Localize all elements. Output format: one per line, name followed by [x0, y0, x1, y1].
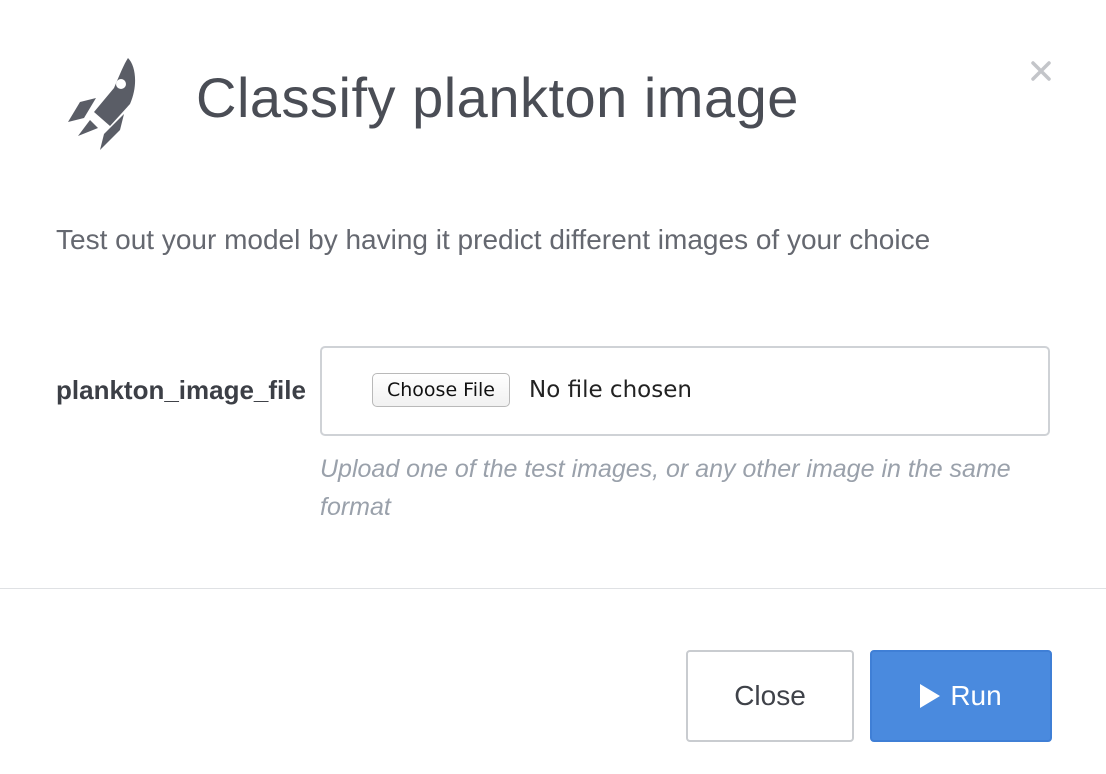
file-input-field[interactable]: Choose File No file chosen	[320, 346, 1050, 436]
classify-dialog: Classify plankton image Test out your mo…	[0, 0, 1106, 774]
dialog-title: Classify plankton image	[196, 66, 799, 129]
run-button[interactable]: Run	[870, 650, 1052, 742]
close-x-glyph	[1031, 61, 1051, 81]
footer-divider	[0, 588, 1106, 589]
dialog-subtitle: Test out your model by having it predict…	[56, 224, 931, 255]
plankton-image-file-label: plankton_image_file	[56, 375, 306, 405]
file-status-text: No file chosen	[529, 377, 692, 403]
close-button[interactable]: Close	[686, 650, 854, 742]
close-icon[interactable]	[1024, 54, 1058, 88]
dialog-header: Classify plankton image	[0, 0, 1106, 190]
rocket-icon	[68, 58, 136, 150]
run-button-label: Run	[950, 680, 1002, 711]
help-text: Upload one of the test images, or any ot…	[320, 455, 1011, 521]
choose-file-button[interactable]: Choose File	[372, 373, 510, 407]
play-icon	[920, 684, 941, 708]
